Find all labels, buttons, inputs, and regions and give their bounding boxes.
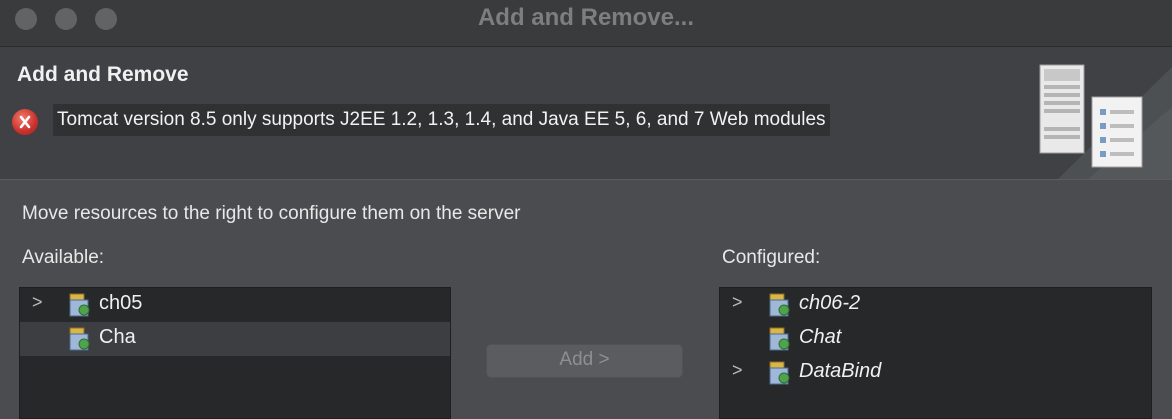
instruction-text: Move resources to the right to configure… — [22, 203, 521, 224]
title-bar: Add and Remove... — [0, 0, 1172, 47]
available-list[interactable]: > ch05 Cha — [19, 287, 451, 419]
available-item-label: Cha — [99, 326, 136, 348]
configured-item-label: ch06-2 — [799, 292, 861, 314]
configured-item[interactable]: Chat — [720, 322, 1151, 356]
web-module-icon — [766, 292, 792, 318]
error-message: Tomcat version 8.5 only supports J2EE 1.… — [53, 104, 830, 136]
chevron-right-icon[interactable]: > — [732, 292, 746, 313]
error-x-icon — [12, 109, 38, 135]
add-button[interactable]: Add > — [486, 344, 683, 378]
web-module-icon — [766, 326, 792, 352]
available-item-label: ch05 — [99, 292, 143, 314]
window-title: Add and Remove... — [477, 4, 695, 31]
web-module-icon — [766, 360, 792, 386]
configured-item-label: Chat — [799, 326, 842, 348]
available-item[interactable]: > ch05 — [20, 288, 450, 322]
chevron-right-icon[interactable]: > — [32, 292, 46, 313]
web-module-icon — [66, 292, 92, 318]
configured-item[interactable]: > DataBind — [720, 356, 1151, 390]
web-module-icon — [66, 326, 92, 352]
configured-list[interactable]: > ch06-2 Chat > DataBind — [719, 287, 1152, 419]
chevron-right-icon[interactable]: > — [732, 360, 746, 381]
available-label: Available: — [22, 247, 105, 268]
dialog-title: Add and Remove — [17, 63, 189, 86]
configured-item[interactable]: > ch06-2 — [720, 288, 1151, 322]
server-banner-icon — [1018, 47, 1172, 179]
available-item-selected[interactable]: Cha — [20, 322, 450, 356]
configured-item-label: DataBind — [799, 360, 882, 382]
dialog-header: Add and Remove Tomcat version 8.5 only s… — [0, 47, 1172, 180]
configured-label: Configured: — [722, 247, 821, 268]
